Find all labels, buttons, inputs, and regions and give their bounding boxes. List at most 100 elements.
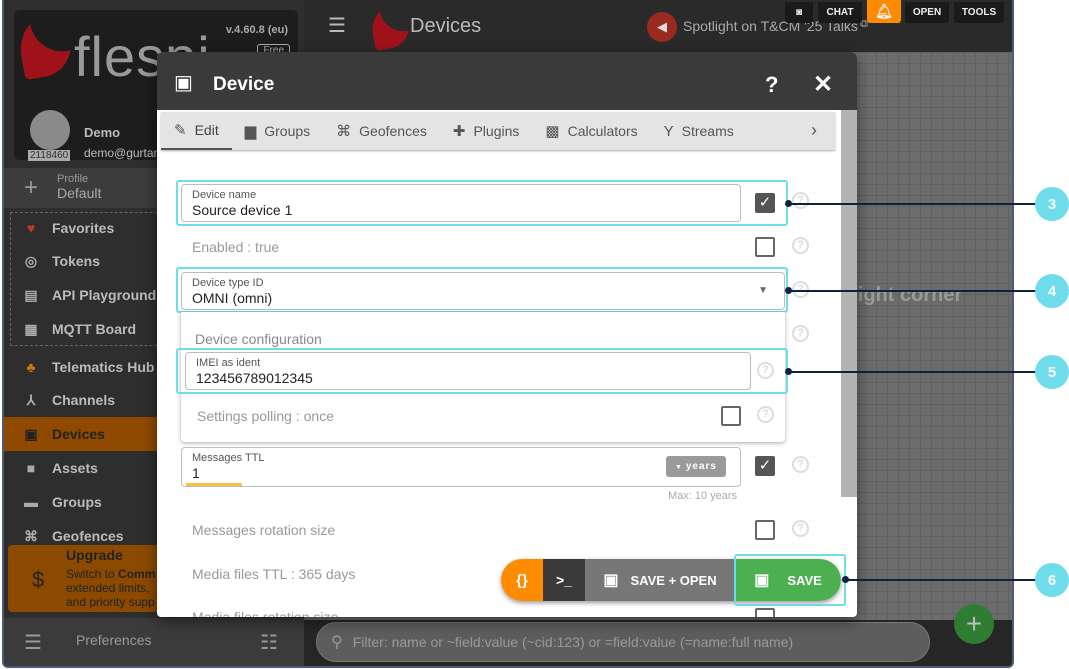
tab-label: Plugins <box>473 123 520 139</box>
callout-line <box>788 371 1038 373</box>
dialog-header: ▣ Device ? ✕ <box>157 52 857 110</box>
calculator-icon: ▩ <box>545 123 560 140</box>
book-icon: ▤ <box>24 286 38 303</box>
tab-label: Edit <box>194 122 219 138</box>
notifications-button[interactable]: 🔔︎ <box>867 0 901 23</box>
help-icon[interactable]: ? <box>792 237 809 254</box>
merge-icon: ⅄ <box>26 391 36 408</box>
tab-label: Streams <box>681 123 734 139</box>
tabs: ✎ Edit ▆ Groups ⌘ Geofences ✚ Plugins ▩ Calcu… <box>157 110 841 150</box>
enabled-label: Enabled : true <box>192 239 280 255</box>
help-icon[interactable]: ? <box>792 456 809 473</box>
folder-icon: ▆ <box>244 123 257 140</box>
sidebar-item-label: Groups <box>52 494 102 510</box>
tab-edit[interactable]: ✎ Edit <box>161 112 232 150</box>
user-id: 2118460 <box>28 150 71 161</box>
geofence-icon: ⌘ <box>24 527 38 544</box>
ttl-progress <box>186 483 242 486</box>
callout-3: 3 <box>1035 187 1069 221</box>
bell-icon: 🔔︎ <box>875 3 893 19</box>
callout-dot <box>785 368 792 375</box>
flespi-mark-icon <box>368 3 414 51</box>
upgrade-bold: Comm <box>118 567 156 581</box>
upgrade-line2: extended limits, <box>66 581 150 595</box>
sidebar-item-label: Devices <box>52 426 105 442</box>
tab-groups[interactable]: ▆ Groups <box>232 112 323 150</box>
ttl-max-hint: Max: 10 years <box>668 490 738 502</box>
sidebar-item-label: Geofences <box>52 528 124 544</box>
stream-icon: Y <box>663 122 674 140</box>
sidebar-item-label: API Playground <box>52 287 157 303</box>
callout-6: 6 <box>1035 563 1069 597</box>
messages-rotation-checkbox[interactable] <box>755 520 775 540</box>
close-button[interactable]: ✕ <box>813 70 833 99</box>
profile-value: Default <box>57 185 102 201</box>
dialog-title: Device <box>213 74 275 95</box>
tabs-next-arrow-icon[interactable]: › <box>811 120 817 141</box>
help-icon[interactable]: ? <box>792 325 809 342</box>
geofence-icon: ⌘ <box>336 123 352 140</box>
upgrade-title: Upgrade <box>66 547 123 563</box>
field-label: Messages TTL <box>192 452 265 464</box>
page-title: Devices <box>410 15 482 37</box>
ttl-unit-select[interactable]: ▼ years <box>666 456 726 477</box>
help-icon[interactable]: ? <box>792 520 809 537</box>
folder-icon: ▬ <box>24 494 38 510</box>
asset-icon: ■ <box>26 460 36 476</box>
tools-button[interactable]: TOOLS <box>954 2 1004 23</box>
add-device-button[interactable]: + <box>954 604 994 644</box>
terminal-button[interactable]: >_ <box>543 559 585 601</box>
filter-input[interactable]: ⚲ Filter: name or ~field:value (~cid:123)… <box>316 622 930 662</box>
dashboard-icon: ▦ <box>24 320 38 337</box>
open-button[interactable]: OPEN <box>905 2 949 23</box>
help-icon[interactable]: ? <box>792 192 809 209</box>
dollar-icon: $ <box>32 567 45 592</box>
megaphone-icon: ◀ <box>647 12 677 42</box>
help-button[interactable]: ? <box>765 72 778 98</box>
callout-dot <box>842 576 849 583</box>
ttl-unit: years <box>685 461 717 472</box>
preferences-button[interactable]: Preferences <box>76 632 151 648</box>
pencil-icon: ✎ <box>174 122 187 139</box>
hierarchy-icon: ♣ <box>26 359 36 375</box>
enabled-checkbox[interactable] <box>755 237 775 257</box>
top-bar: ☰ Devices ◀ Spotlight on T&CM '25 Talks … <box>304 0 1012 52</box>
highlight-6 <box>734 554 846 606</box>
configuration-title: Device configuration <box>195 331 322 347</box>
sliders-icon[interactable]: ☰ <box>24 630 42 655</box>
profile-label: Profile <box>57 173 89 185</box>
version: v.4.60.8 (eu) <box>225 24 288 36</box>
tab-streams[interactable]: Y Streams <box>651 112 747 150</box>
filter-placeholder: Filter: name or ~field:value (~cid:123) … <box>352 634 794 650</box>
caret-down-icon: ▼ <box>674 464 686 471</box>
media-rotation-checkbox[interactable] <box>755 608 775 617</box>
list-icon[interactable]: ☷ <box>260 630 278 655</box>
messages-ttl-field[interactable]: Messages TTL 1 ▼ years <box>181 447 741 487</box>
sidebar-item-label: Assets <box>52 460 98 476</box>
tab-geofences[interactable]: ⌘ Geofences <box>323 112 440 150</box>
sidebar-item-label: Favorites <box>52 220 115 236</box>
save-open-label: SAVE + OPEN <box>630 572 717 588</box>
messages-rotation-label: Messages rotation size <box>192 522 336 538</box>
save-open-button[interactable]: ▣ SAVE + OPEN <box>585 559 735 601</box>
chat-button[interactable]: CHAT <box>818 2 862 23</box>
media-ttl-label: Media files TTL : 365 days <box>192 566 356 582</box>
messages-ttl-checkbox[interactable]: ✓ <box>755 456 775 476</box>
json-button[interactable]: {} <box>501 559 543 601</box>
settings-polling-label: Settings polling : once <box>197 408 334 424</box>
menu-icon[interactable]: ☰ <box>328 13 346 38</box>
avatar[interactable] <box>30 110 70 150</box>
callout-dot <box>785 287 792 294</box>
floppy-icon: ▣ <box>603 572 619 589</box>
dialog-scrollbar[interactable] <box>841 110 857 497</box>
tab-calculators[interactable]: ▩ Calculators <box>532 112 650 150</box>
settings-polling-checkbox[interactable] <box>721 406 741 426</box>
media-rotation-label: Media files rotation size <box>192 609 339 617</box>
tab-plugins[interactable]: ✚ Plugins <box>440 112 533 150</box>
help-icon[interactable]: ? <box>757 406 774 423</box>
upgrade-line3: and priority supp <box>66 595 155 609</box>
device-dialog: ▣ Device ? ✕ ✎ Edit ▆ Groups ⌘ Geofences ✚ P… <box>157 52 857 617</box>
callout-line <box>788 290 1038 292</box>
flespi-logo-icon <box>15 11 77 81</box>
screenshot-button[interactable]: ◙ <box>785 2 813 23</box>
